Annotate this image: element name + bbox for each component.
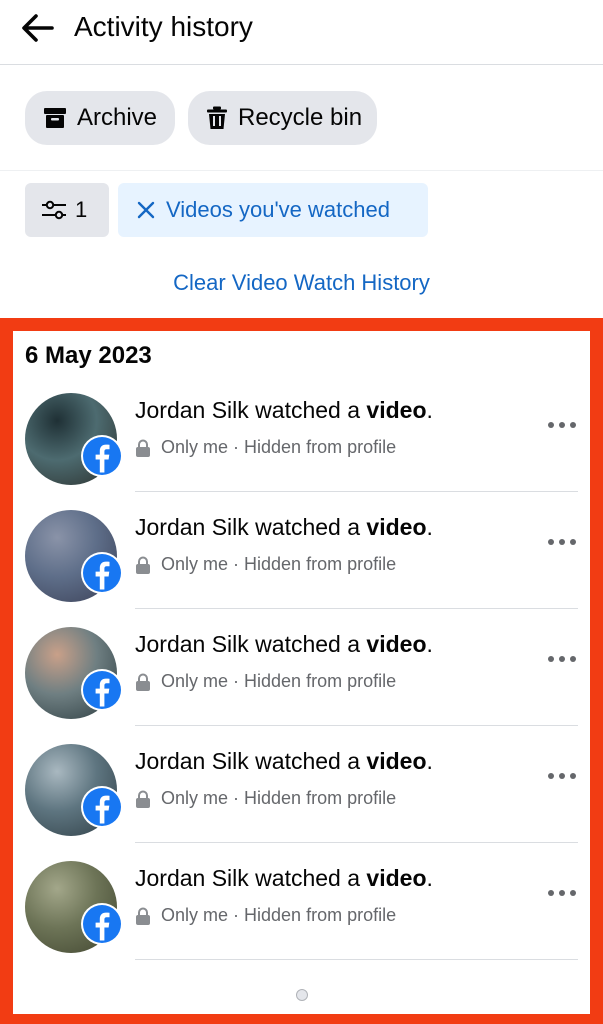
filter-count: 1 xyxy=(75,197,88,222)
ellipsis-icon xyxy=(548,656,576,662)
separator-dot: · xyxy=(233,554,240,574)
more-options-button[interactable] xyxy=(545,881,579,905)
page-title: Activity history xyxy=(74,11,253,42)
punctuation: . xyxy=(426,397,433,423)
visibility-label: Hidden from profile xyxy=(244,788,397,808)
more-options-button[interactable] xyxy=(545,530,579,554)
actor-name: Jordan Silk xyxy=(135,865,249,891)
action-text: watched a xyxy=(255,514,361,540)
separator-dot: · xyxy=(233,905,240,925)
actor-name: Jordan Silk xyxy=(135,748,249,774)
sliders-icon xyxy=(42,200,66,220)
separator-dot: · xyxy=(233,788,240,808)
punctuation: . xyxy=(426,748,433,774)
privacy-label: Only me xyxy=(161,788,229,808)
filter-button[interactable]: 1 xyxy=(25,183,109,237)
lock-icon xyxy=(136,790,150,808)
actor-name: Jordan Silk xyxy=(135,631,249,657)
activity-text: Jordan Silk watched a video. xyxy=(135,631,433,658)
punctuation: . xyxy=(426,631,433,657)
ellipsis-icon xyxy=(548,890,576,896)
archive-button[interactable]: Archive xyxy=(25,91,175,145)
date-heading: 6 May 2023 xyxy=(25,342,152,369)
privacy-meta: Only me · Hidden from profile xyxy=(135,905,396,926)
separator-dot: · xyxy=(233,671,240,691)
list-item[interactable]: Jordan Silk watched a video. Only me · Hidd… xyxy=(25,375,578,492)
header: Activity history xyxy=(0,0,603,65)
actor-name: Jordan Silk xyxy=(135,397,249,423)
activity-text: Jordan Silk watched a video. xyxy=(135,748,433,775)
facebook-logo-icon xyxy=(81,669,123,711)
activity-text: Jordan Silk watched a video. xyxy=(135,397,433,424)
archive-box-icon xyxy=(44,108,66,128)
facebook-logo-icon xyxy=(81,552,123,594)
privacy-meta: Only me · Hidden from profile xyxy=(135,671,396,692)
divider xyxy=(0,170,603,171)
back-button[interactable] xyxy=(18,8,58,48)
list-item[interactable]: Jordan Silk watched a video. Only me · Hidd… xyxy=(25,492,578,609)
action-text: watched a xyxy=(255,631,361,657)
lock-icon xyxy=(136,673,150,691)
action-text: watched a xyxy=(255,865,361,891)
active-filter-label: Videos you've watched xyxy=(166,197,390,222)
object-text: video xyxy=(366,397,427,423)
privacy-meta: Only me · Hidden from profile xyxy=(135,437,396,458)
trash-can-icon xyxy=(207,106,227,129)
privacy-meta: Only me · Hidden from profile xyxy=(135,788,396,809)
list-item[interactable]: Jordan Silk watched a video. Only me · Hidd… xyxy=(25,609,578,726)
ellipsis-icon xyxy=(548,773,576,779)
privacy-label: Only me xyxy=(161,554,229,574)
clear-history-link[interactable]: Clear Video Watch History xyxy=(0,270,603,296)
scroll-indicator xyxy=(296,989,308,1001)
visibility-label: Hidden from profile xyxy=(244,671,397,691)
object-text: video xyxy=(366,631,427,657)
visibility-label: Hidden from profile xyxy=(244,905,397,925)
privacy-label: Only me xyxy=(161,437,229,457)
recycle-bin-button[interactable]: Recycle bin xyxy=(188,91,377,145)
action-text: watched a xyxy=(255,748,361,774)
archive-label: Archive xyxy=(77,104,158,131)
ellipsis-icon xyxy=(548,539,576,545)
more-options-button[interactable] xyxy=(545,413,579,437)
facebook-logo-icon xyxy=(81,435,123,477)
activity-text: Jordan Silk watched a video. xyxy=(135,514,433,541)
privacy-label: Only me xyxy=(161,671,229,691)
visibility-label: Hidden from profile xyxy=(244,554,397,574)
privacy-meta: Only me · Hidden from profile xyxy=(135,554,396,575)
action-text: watched a xyxy=(255,397,361,423)
recycle-bin-label: Recycle bin xyxy=(238,104,363,131)
lock-icon xyxy=(136,907,150,925)
object-text: video xyxy=(366,514,427,540)
separator-dot: · xyxy=(233,437,240,457)
visibility-label: Hidden from profile xyxy=(244,437,397,457)
facebook-logo-icon xyxy=(81,903,123,945)
activity-text: Jordan Silk watched a video. xyxy=(135,865,433,892)
arrow-left-icon xyxy=(22,14,54,42)
list-item[interactable]: Jordan Silk watched a video. Only me · Hidd… xyxy=(25,843,578,960)
lock-icon xyxy=(136,439,150,457)
facebook-logo-icon xyxy=(81,786,123,828)
active-filter-chip[interactable]: Videos you've watched xyxy=(118,183,428,237)
punctuation: . xyxy=(426,865,433,891)
privacy-label: Only me xyxy=(161,905,229,925)
ellipsis-icon xyxy=(548,422,576,428)
more-options-button[interactable] xyxy=(545,764,579,788)
object-text: video xyxy=(366,865,427,891)
more-options-button[interactable] xyxy=(545,647,579,671)
object-text: video xyxy=(366,748,427,774)
punctuation: . xyxy=(426,514,433,540)
list-item[interactable]: Jordan Silk watched a video. Only me · Hidd… xyxy=(25,726,578,843)
lock-icon xyxy=(136,556,150,574)
divider xyxy=(135,959,578,960)
close-icon xyxy=(137,201,155,219)
actor-name: Jordan Silk xyxy=(135,514,249,540)
